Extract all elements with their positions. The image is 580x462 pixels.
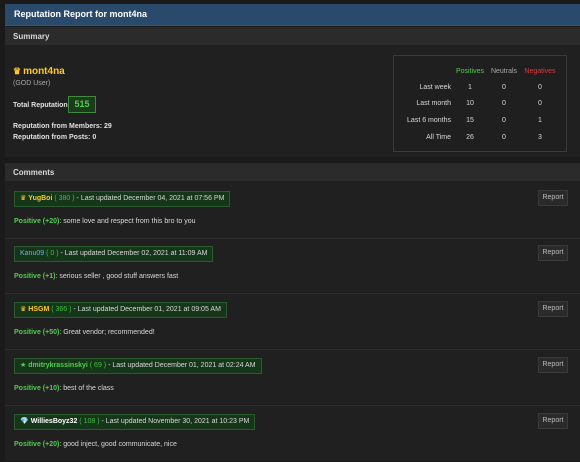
cell-neutrals: 0 [502, 117, 506, 124]
cell-positives: 26 [466, 134, 474, 141]
cell-negatives: 1 [538, 117, 542, 124]
comment-text: : serious seller , good stuff answers fa… [55, 273, 179, 280]
comment-row: ♛ YugBoi ( 380 ) - Last updated December … [5, 184, 580, 239]
reputation-stats-table: Positives Neutrals Negatives Last week 1… [393, 55, 567, 152]
comment-text: : good inject, good communicate, nice [59, 441, 177, 448]
reputation-from-members: Reputation from Members: 29 [13, 123, 112, 130]
username-text: mont4na [23, 66, 65, 77]
star-icon: ★ [20, 362, 27, 369]
comment-timestamp: - Last updated December 01, 2021 at 09:0… [71, 306, 221, 313]
comment-row: 💎 WilliesBoyz32 ( 108 ) - Last updated No… [5, 407, 580, 462]
report-button[interactable]: Report [538, 190, 568, 206]
crown-icon: ♛ [13, 66, 22, 76]
comment-row: Kanu09 ( 0 ) - Last updated December 02,… [5, 239, 580, 294]
comment-author-link[interactable]: YugBoi [28, 195, 52, 202]
row-label: Last week [419, 84, 451, 91]
summary-heading: Summary [13, 32, 50, 41]
crown-icon: ♛ [20, 195, 27, 202]
comment-author-link[interactable]: dmitrykrassinskyi [28, 362, 88, 369]
comment-rating: Positive (+10) [14, 385, 60, 392]
author-reputation[interactable]: ( 69 ) [90, 362, 106, 369]
cell-negatives: 0 [538, 100, 542, 107]
comment-timestamp: - Last updated November 30, 2021 at 10:2… [99, 418, 250, 425]
comment-header: 💎 WilliesBoyz32 ( 108 ) - Last updated No… [14, 414, 256, 430]
comment-header: ♛ YugBoi ( 380 ) - Last updated December … [14, 191, 231, 207]
cell-neutrals: 0 [502, 84, 506, 91]
total-reputation-badge: 515 [68, 96, 96, 113]
comment-body: Positive (+20): good inject, good commun… [14, 441, 177, 448]
comment-body: Positive (+10): best of the class [14, 385, 114, 392]
comment-rating: Positive (+20) [14, 441, 60, 448]
comment-author-link[interactable]: WilliesBoyz32 [31, 418, 78, 425]
comment-header: Kanu09 ( 0 ) - Last updated December 02,… [14, 246, 214, 262]
comment-text: : Great vendor; recommended! [59, 329, 155, 336]
cell-positives: 10 [466, 100, 474, 107]
header-positives: Positives [455, 68, 484, 75]
comment-body: Positive (+1): serious seller , good stu… [14, 273, 178, 280]
report-button[interactable]: Report [538, 357, 568, 373]
comment-author-link[interactable]: HSGM [28, 306, 49, 313]
cell-negatives: 3 [538, 134, 542, 141]
page-title: Reputation Report for mont4na [14, 9, 147, 19]
comment-header: ★ dmitrykrassinskyi ( 69 ) - Last updated… [14, 358, 262, 374]
comment-header: ♛ HSGM ( 366 ) - Last updated December 01… [14, 302, 227, 318]
comment-rating: Positive (+50) [14, 329, 60, 336]
cell-positives: 15 [466, 117, 474, 124]
comment-timestamp: - Last updated December 04, 2021 at 07:5… [74, 195, 225, 202]
comment-text: : best of the class [59, 385, 114, 392]
comments-heading-bar: Comments [5, 163, 580, 182]
comment-row: ★ dmitrykrassinskyi ( 69 ) - Last updated… [5, 351, 580, 406]
comment-text: : some love and respect from this bro to… [59, 218, 196, 225]
row-label: All Time [426, 134, 451, 141]
comment-body: Positive (+20): some love and respect fr… [14, 218, 196, 225]
row-label: Last 6 months [407, 117, 451, 124]
comment-author-link[interactable]: Kanu09 [20, 250, 44, 257]
cell-neutrals: 0 [502, 134, 506, 141]
cell-negatives: 0 [538, 84, 542, 91]
total-reputation-label: Total Reputation: [13, 102, 71, 109]
diamond-icon: 💎 [20, 418, 29, 425]
report-button[interactable]: Report [538, 245, 568, 261]
page-header: Reputation Report for mont4na [5, 4, 580, 26]
header-negatives: Negatives [524, 68, 556, 75]
comment-rating: Positive (+20) [14, 218, 60, 225]
author-reputation[interactable]: ( 366 ) [51, 306, 71, 313]
summary-heading-bar: Summary [5, 27, 580, 46]
comments-heading: Comments [13, 168, 55, 177]
author-reputation[interactable]: ( 108 ) [79, 418, 99, 425]
crown-icon: ♛ [20, 306, 27, 313]
comment-timestamp: - Last updated December 02, 2021 at 11:0… [58, 250, 208, 257]
comment-row: ♛ HSGM ( 366 ) - Last updated December 01… [5, 295, 580, 350]
header-neutrals: Neutrals [490, 68, 518, 75]
row-label: Last month [416, 100, 451, 107]
report-button[interactable]: Report [538, 413, 568, 429]
author-reputation[interactable]: ( 0 ) [46, 250, 58, 257]
author-reputation[interactable]: ( 380 ) [54, 195, 74, 202]
cell-neutrals: 0 [502, 100, 506, 107]
profile-username[interactable]: ♛ mont4na [13, 66, 65, 77]
cell-positives: 1 [468, 84, 472, 91]
comment-body: Positive (+50): Great vendor; recommende… [14, 329, 155, 336]
usergroup-label: (GOD User) [13, 80, 51, 87]
comment-rating: Positive (+1) [14, 273, 56, 280]
reputation-from-posts: Reputation from Posts: 0 [13, 134, 97, 141]
comment-timestamp: - Last updated December 01, 2021 at 02:2… [106, 362, 256, 369]
report-button[interactable]: Report [538, 301, 568, 317]
